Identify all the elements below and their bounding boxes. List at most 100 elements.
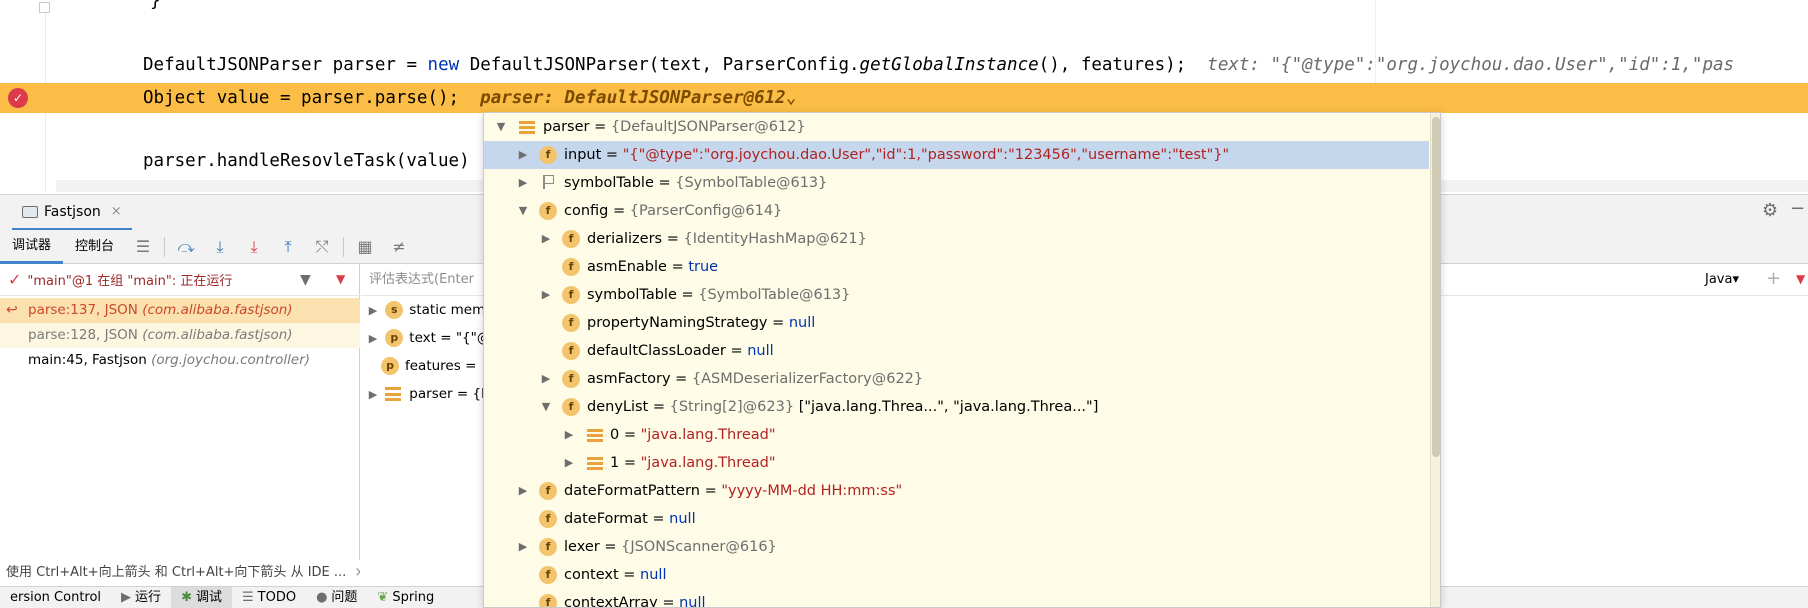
- param-badge-icon: p: [381, 357, 399, 375]
- step-over-icon[interactable]: ⤼: [169, 230, 203, 264]
- chevron-right-icon[interactable]: ▶: [539, 281, 553, 309]
- chevron-down-icon[interactable]: ▼: [516, 197, 530, 225]
- variable-row[interactable]: p features =: [381, 352, 476, 380]
- chevron-down-icon[interactable]: ▼: [539, 393, 553, 421]
- op-token: =: [406, 55, 417, 75]
- chevron-down-icon[interactable]: ▼: [1796, 272, 1805, 286]
- chevron-right-icon[interactable]: ▶: [516, 169, 530, 197]
- tool-run[interactable]: ▶ 运行: [111, 587, 171, 608]
- list-icon: [587, 429, 603, 442]
- tree-row-symboltable-2[interactable]: ▶ f symbolTable = {SymbolTable@613}: [484, 281, 1429, 309]
- chevron-right-icon[interactable]: ▶: [516, 533, 530, 561]
- info-icon: ●: [316, 589, 328, 605]
- tool-label: Spring: [392, 589, 435, 605]
- tree-text: asmEnable = true: [587, 259, 719, 275]
- chevron-right-icon[interactable]: ▶: [365, 381, 381, 409]
- tool-label: 运行: [135, 589, 162, 605]
- reset-frame-icon[interactable]: ↩: [6, 298, 18, 323]
- inline-value-hint: text: "{"@type":"org.joychou.dao.User","…: [1207, 55, 1735, 75]
- tree-text: lexer = {JSONScanner@616}: [564, 539, 777, 555]
- hint-text: 使用 Ctrl+Alt+向上箭头 和 Ctrl+Alt+向下箭头 从 IDE .…: [6, 565, 347, 580]
- chevron-right-icon[interactable]: ▶: [562, 421, 576, 449]
- field-icon: f: [562, 342, 580, 360]
- chevron-down-icon: ▾: [1732, 272, 1739, 287]
- tree-row-denylist-1[interactable]: ▶ 1 = "java.lang.Thread": [484, 449, 1429, 477]
- tree-row-derializers[interactable]: ▶ f derializers = {IdentityHashMap@621}: [484, 225, 1429, 253]
- stack-frame[interactable]: ↩ parse:137, JSON (com.alibaba.fastjson): [0, 298, 360, 323]
- tree-row-input[interactable]: ▶ f input = "{"@type":"org.joychou.dao.U…: [484, 141, 1429, 169]
- menu-icon[interactable]: ☰: [126, 230, 160, 264]
- variable-row[interactable]: ▶ p text = "{"@: [365, 324, 490, 352]
- minimize-icon[interactable]: −: [1790, 198, 1805, 219]
- frame-package: (com.alibaba.fastjson): [142, 302, 293, 318]
- tab-debugger[interactable]: 调试器: [0, 230, 64, 264]
- chevron-down-icon[interactable]: ▼: [494, 113, 508, 141]
- tree-row-asmfactory[interactable]: ▶ f asmFactory = {ASMDeserializerFactory…: [484, 365, 1429, 393]
- code-text: parser.handleResovleTask(value): [143, 151, 470, 171]
- tool-version-control[interactable]: ersion Control: [0, 587, 111, 608]
- tree-row-denylist[interactable]: ▼ f denyList = {String[2]@623} ["java.la…: [484, 393, 1429, 421]
- punct-token: );: [1165, 55, 1187, 75]
- tab-fastjson[interactable]: Fastjson ×: [12, 195, 132, 231]
- code-token: Object value = parser.parse();: [143, 88, 460, 108]
- chevron-right-icon[interactable]: ▶: [516, 477, 530, 505]
- step-out-icon[interactable]: ⤒: [271, 230, 305, 264]
- tree-row-config[interactable]: ▼ f config = {ParserConfig@614}: [484, 197, 1429, 225]
- popup-scrollbar-thumb[interactable]: [1432, 117, 1440, 457]
- inline-value-hint[interactable]: parser: DefaultJSONParser@612: [480, 88, 786, 108]
- chevron-right-icon[interactable]: ▶: [365, 325, 381, 353]
- tree-row-dateformatpattern[interactable]: ▶ f dateFormatPattern = "yyyy-MM-dd HH:m…: [484, 477, 1429, 505]
- tree-text: config = {ParserConfig@614}: [564, 203, 783, 219]
- tool-problems[interactable]: ● 问题: [306, 587, 367, 608]
- run-to-cursor-icon[interactable]: ⤲: [305, 230, 339, 264]
- filter-icon[interactable]: ▼: [300, 272, 311, 288]
- trace-icon[interactable]: ≠: [382, 230, 416, 264]
- chevron-down-icon[interactable]: ⌄: [786, 88, 797, 108]
- tree-row-parser[interactable]: ▼ parser = {DefaultJSONParser@612}: [484, 113, 1429, 141]
- tree-text: dateFormatPattern = "yyyy-MM-dd HH:mm:ss…: [564, 483, 903, 499]
- chevron-right-icon[interactable]: ▶: [562, 449, 576, 477]
- frame-location: parse:137, JSON: [28, 302, 138, 318]
- variable-row[interactable]: ▶ s static mem: [365, 296, 485, 324]
- tree-row-context[interactable]: f context = null: [484, 561, 1429, 589]
- tree-row-defaultclassloader[interactable]: f defaultClassLoader = null: [484, 337, 1429, 365]
- chevron-right-icon[interactable]: ▶: [539, 365, 553, 393]
- tool-spring[interactable]: ❦ Spring: [367, 587, 444, 608]
- tree-row-denylist-0[interactable]: ▶ 0 = "java.lang.Thread": [484, 421, 1429, 449]
- tool-label: 问题: [331, 589, 358, 605]
- add-watch-icon[interactable]: +: [1766, 268, 1781, 289]
- tool-debug[interactable]: ✱ 调试: [171, 586, 232, 608]
- class-token: ParserConfig.: [722, 55, 860, 75]
- chevron-right-icon[interactable]: ▶: [516, 141, 530, 169]
- field-icon: f: [562, 258, 580, 276]
- code-line-current: Object value = parser.parse(); parser: D…: [0, 83, 1808, 113]
- tab-console[interactable]: 控制台: [63, 230, 126, 264]
- tree-row-dateformat[interactable]: f dateFormat = null: [484, 505, 1429, 533]
- tree-row-propertynaming[interactable]: f propertyNamingStrategy = null: [484, 309, 1429, 337]
- stack-frame[interactable]: main:45, Fastjson (org.joychou.controlle…: [0, 348, 360, 373]
- language-selector[interactable]: Java▾: [1705, 272, 1739, 287]
- variable-row[interactable]: ▶ parser = {I: [365, 380, 485, 408]
- tree-row-asmenable[interactable]: f asmEnable = true: [484, 253, 1429, 281]
- close-icon[interactable]: ×: [111, 204, 122, 219]
- code-text: Object value = parser.parse(); parser: D…: [143, 83, 796, 113]
- tree-row-lexer[interactable]: ▶ f lexer = {JSONScanner@616}: [484, 533, 1429, 561]
- tree-row-symboltable[interactable]: ▶ symbolTable = {SymbolTable@613}: [484, 169, 1429, 197]
- tree-row-contextarray[interactable]: f contextArray = null: [484, 589, 1429, 607]
- gear-icon[interactable]: ⚙: [1762, 200, 1778, 221]
- tree-text: derializers = {IdentityHashMap@621}: [587, 231, 867, 247]
- chevron-right-icon[interactable]: ▶: [365, 297, 381, 325]
- stack-frame[interactable]: parse:128, JSON (com.alibaba.fastjson): [0, 323, 360, 348]
- tool-todo[interactable]: ☰ TODO: [232, 587, 306, 608]
- breakpoint-icon[interactable]: ✓: [8, 88, 28, 108]
- evaluate-icon[interactable]: ▦: [348, 230, 382, 264]
- frame-package: (com.alibaba.fastjson): [142, 327, 293, 343]
- tree-text: 1 = "java.lang.Thread": [610, 455, 776, 471]
- spring-leaf-icon: ❦: [377, 589, 389, 605]
- force-step-into-icon[interactable]: ⤓: [237, 230, 271, 264]
- close-icon[interactable]: ×: [354, 565, 360, 580]
- field-icon: f: [562, 286, 580, 304]
- chevron-right-icon[interactable]: ▶: [539, 225, 553, 253]
- chevron-down-icon[interactable]: ▼: [336, 272, 345, 286]
- step-into-icon[interactable]: ⤓: [203, 230, 237, 264]
